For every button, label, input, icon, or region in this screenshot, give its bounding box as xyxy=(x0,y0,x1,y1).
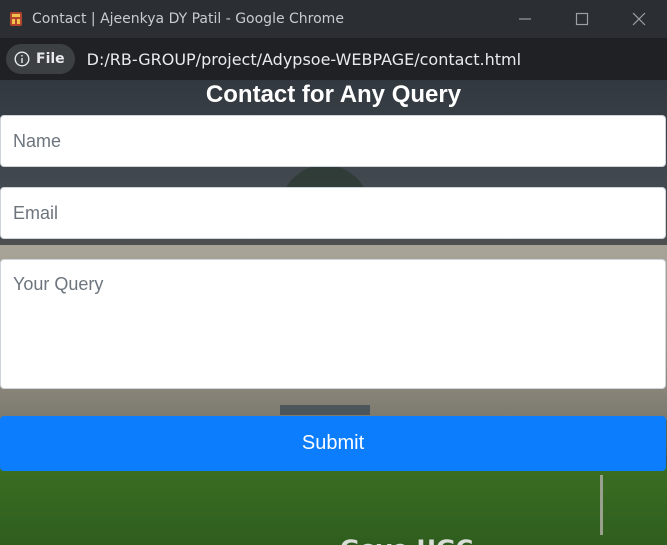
window-controls xyxy=(496,0,667,38)
window-title: Contact | Ajeenkya DY Patil - Google Chr… xyxy=(32,11,344,27)
page-title: Contact for Any Query xyxy=(205,81,462,108)
page-viewport: Gove UGC Contact for Any Query Submit xyxy=(0,80,667,545)
close-icon xyxy=(632,12,645,26)
url-text[interactable]: D:/RB-GROUP/project/Adypsoe-WEBPAGE/cont… xyxy=(87,50,521,69)
background-partial-text: Gove UGC xyxy=(340,535,473,545)
query-textarea[interactable] xyxy=(0,259,666,389)
email-input[interactable] xyxy=(0,187,666,239)
submit-button[interactable]: Submit xyxy=(0,416,666,471)
close-button[interactable] xyxy=(610,0,667,38)
window-titlebar: Contact | Ajeenkya DY Patil - Google Chr… xyxy=(0,0,667,38)
background-window xyxy=(280,405,370,415)
name-input[interactable] xyxy=(0,115,666,167)
address-bar: File D:/RB-GROUP/project/Adypsoe-WEBPAGE… xyxy=(0,38,667,80)
site-logo-icon xyxy=(10,12,22,26)
info-icon xyxy=(14,51,30,67)
maximize-icon xyxy=(575,12,588,26)
minimize-icon xyxy=(518,18,531,20)
maximize-button[interactable] xyxy=(553,0,610,38)
background-pillar xyxy=(600,475,603,535)
minimize-button[interactable] xyxy=(496,0,553,38)
file-chip-label: File xyxy=(36,51,65,67)
background-lawn xyxy=(0,465,667,545)
site-info-chip[interactable]: File xyxy=(6,44,75,74)
